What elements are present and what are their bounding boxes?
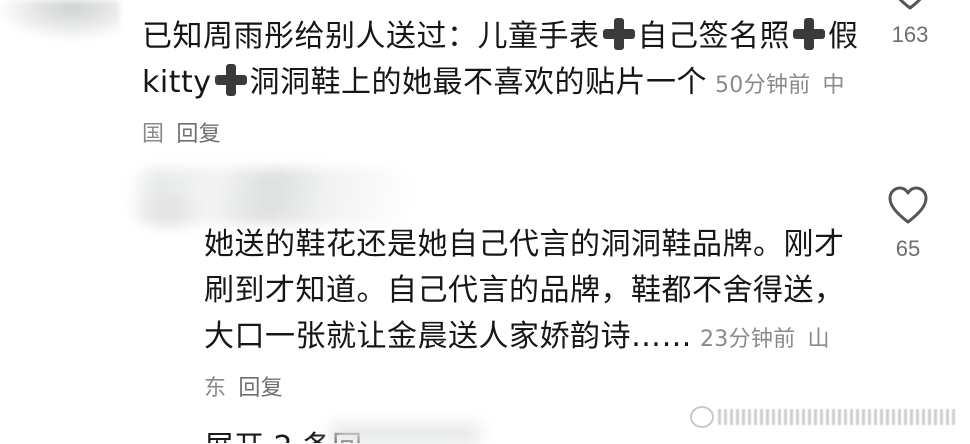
heart-outline-icon bbox=[878, 186, 938, 230]
reply-button[interactable]: 回复 bbox=[238, 376, 283, 401]
like-count: 163 bbox=[891, 22, 929, 47]
comment-body: 她送的鞋花还是她自己代言的洞洞鞋品牌。刚才刷到才知道。自己代言的品牌，鞋都不舍得… bbox=[204, 222, 854, 412]
watermark bbox=[690, 402, 955, 432]
comment-body: 已知周雨彤给别人送过：儿童手表 自己签名照 假kitty 洞洞鞋上的她最不喜欢的贴片一… bbox=[142, 14, 862, 158]
plus-icon bbox=[214, 63, 248, 97]
like-button[interactable]: 163 bbox=[880, 0, 940, 48]
like-count: 65 bbox=[895, 236, 921, 261]
reply-button[interactable]: 回复 bbox=[176, 122, 221, 147]
watermark-text bbox=[718, 409, 955, 425]
comment-text-segment: 洞洞鞋上的她最不喜欢的贴片一个 bbox=[249, 65, 707, 100]
comment-item: 已知周雨彤给别人送过：儿童手表 自己签名照 假kitty 洞洞鞋上的她最不喜欢的贴片一… bbox=[142, 14, 862, 158]
like-button[interactable]: 65 bbox=[878, 186, 938, 262]
comment-text-segment: 自己签名照 bbox=[637, 19, 790, 54]
comment-time: 23分钟前 bbox=[700, 327, 796, 352]
blurred-avatar bbox=[0, 0, 120, 40]
heart-outline-icon bbox=[880, 0, 940, 14]
comment-text-segment: 已知周雨彤给别人送过：儿童手表 bbox=[142, 19, 600, 54]
comment-time: 50分钟前 bbox=[715, 73, 811, 98]
plus-icon bbox=[792, 17, 826, 51]
reply-item: 她送的鞋花还是她自己代言的洞洞鞋品牌。刚才刷到才知道。自己代言的品牌，鞋都不舍得… bbox=[204, 222, 854, 412]
blurred-avatar bbox=[150, 195, 190, 225]
plus-icon bbox=[602, 17, 636, 51]
watermark-logo-icon bbox=[690, 406, 714, 428]
blurred-region bbox=[330, 424, 480, 444]
